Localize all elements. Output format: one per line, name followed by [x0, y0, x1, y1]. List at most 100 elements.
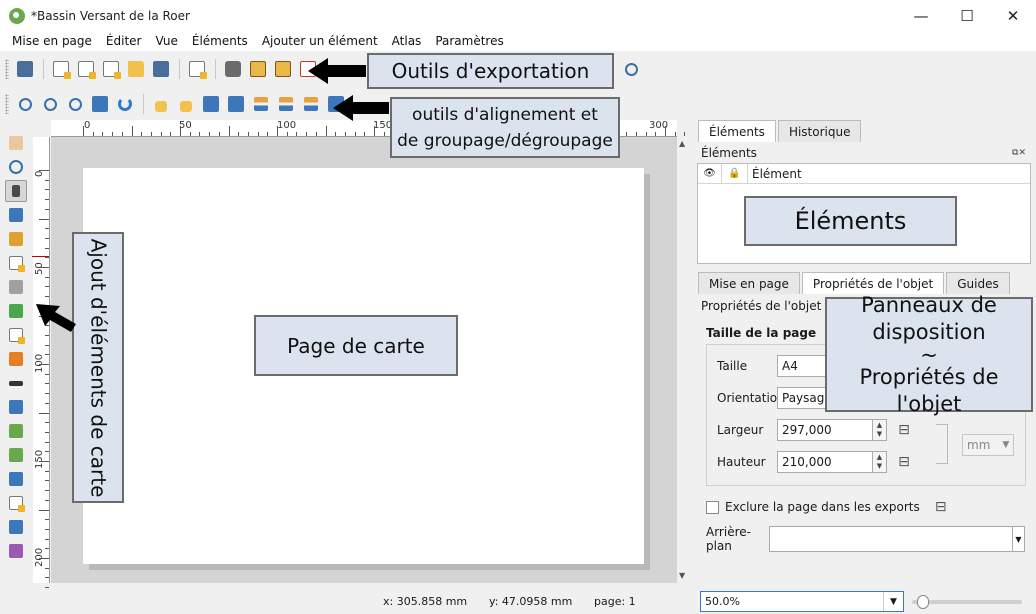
distribute-items-icon[interactable] [299, 92, 323, 116]
unlock-items-icon[interactable] [174, 92, 198, 116]
toolbar-grip[interactable] [5, 59, 9, 79]
tab-elements[interactable]: Éléments [698, 120, 776, 142]
zoom-actual-icon[interactable] [63, 92, 87, 116]
ruler-tick [209, 132, 211, 136]
page-setup-icon[interactable] [185, 57, 209, 81]
add-north-arrow-icon[interactable] [5, 396, 27, 418]
vertical-scrollbar[interactable]: ▲ ▼ [677, 137, 690, 583]
title-bar: *Bassin Versant de la Roer — ☐ ✕ [0, 0, 1036, 31]
add-legend-icon[interactable] [5, 348, 27, 370]
ruler-tick [180, 126, 181, 136]
minimize-button[interactable]: — [898, 0, 944, 31]
elements-header: 👁 🔒 Élément [698, 163, 1030, 184]
ruler-tick [45, 286, 49, 288]
menu-atlas[interactable]: Atlas [385, 34, 429, 48]
zoom-full-icon[interactable] [88, 92, 112, 116]
callout-page-text: Page de carte [287, 333, 425, 358]
zoom-slider-handle[interactable] [916, 595, 929, 609]
maximize-button[interactable]: ☐ [944, 0, 990, 31]
menu-parametres[interactable]: Paramètres [428, 34, 510, 48]
ruler-tick [277, 126, 278, 136]
ruler-tick [141, 132, 143, 136]
open-template-icon[interactable] [124, 57, 148, 81]
width-spinner[interactable]: ▲ ▼ [873, 419, 887, 441]
tab-mise-en-page[interactable]: Mise en page [698, 272, 800, 294]
duplicate-layout-icon[interactable] [74, 57, 98, 81]
scroll-down-icon[interactable]: ▼ [679, 571, 685, 580]
width-input[interactable]: 297,000 [777, 419, 873, 441]
export-image-icon[interactable] [246, 57, 270, 81]
ruler-tick [674, 132, 676, 136]
menu-ajouter-element[interactable]: Ajouter un élément [255, 34, 385, 48]
page-size-group-title: Taille de la page [706, 326, 817, 340]
exclude-page-checkbox[interactable] [706, 500, 719, 514]
pan-icon[interactable] [5, 132, 27, 154]
element-column-header[interactable]: Élément [748, 167, 802, 181]
size-label: Taille [717, 359, 748, 373]
raise-items-icon[interactable] [249, 92, 273, 116]
add-map-icon[interactable] [5, 252, 27, 274]
zoom-combo[interactable]: 50.0% ▼ [700, 591, 904, 612]
new-layout-icon[interactable] [49, 57, 73, 81]
zoom-tool-icon[interactable] [5, 156, 27, 178]
zoom-slider[interactable] [912, 595, 1022, 609]
menu-mise-en-page[interactable]: Mise en page [5, 34, 99, 48]
layout-manager-icon[interactable] [99, 57, 123, 81]
lock-column-icon[interactable]: 🔒 [722, 163, 748, 184]
ruler-tick [39, 558, 49, 559]
menu-vue[interactable]: Vue [148, 34, 184, 48]
zoom-dropdown-icon[interactable]: ▼ [883, 592, 903, 611]
ruler-tick [45, 451, 49, 453]
lock-items-icon[interactable] [149, 92, 173, 116]
tab-historique[interactable]: Historique [777, 120, 862, 142]
add-chart-icon[interactable] [5, 540, 27, 562]
ruler-tick [684, 132, 686, 136]
add-3d-map-icon[interactable] [5, 276, 27, 298]
height-input[interactable]: 210,000 [777, 451, 873, 473]
add-picture-icon[interactable] [5, 300, 27, 322]
background-symbol-button[interactable] [769, 526, 1013, 552]
zoom-out-icon[interactable] [38, 92, 62, 116]
refresh-icon[interactable] [113, 92, 137, 116]
close-button[interactable]: ✕ [990, 0, 1036, 31]
add-scalebar-icon[interactable] [5, 372, 27, 394]
scroll-up-icon[interactable]: ▲ [679, 139, 685, 148]
unit-select[interactable]: mm ▼ [962, 434, 1014, 456]
move-content-icon[interactable] [5, 204, 27, 226]
data-defined-override-icon[interactable]: ⊟ [893, 453, 915, 471]
data-defined-override-icon[interactable]: ⊟ [930, 498, 952, 516]
ruler-tick [45, 199, 49, 201]
save-icon[interactable] [13, 57, 37, 81]
add-shape-icon[interactable] [5, 420, 27, 442]
data-defined-override-icon[interactable]: ⊟ [893, 421, 915, 439]
height-spinner[interactable]: ▲ ▼ [873, 451, 887, 473]
add-label-icon[interactable] [5, 324, 27, 346]
group-items-icon[interactable] [199, 92, 223, 116]
export-svg-icon[interactable] [271, 57, 295, 81]
add-arrow-icon[interactable] [5, 444, 27, 466]
align-items-icon[interactable] [274, 92, 298, 116]
ratio-lock-icon[interactable] [936, 424, 948, 464]
panel-float-close-icon[interactable]: ⧉✕ [1012, 148, 1026, 158]
select-move-icon[interactable] [5, 180, 27, 202]
atlas-preview-icon[interactable] [619, 57, 643, 81]
menu-elements[interactable]: Éléments [185, 34, 255, 48]
background-dropdown-icon[interactable]: ▼ [1013, 526, 1025, 552]
ruler-tick [83, 126, 84, 136]
add-html-icon[interactable] [5, 492, 27, 514]
add-attribute-table-icon[interactable] [5, 516, 27, 538]
edit-nodes-icon[interactable] [5, 228, 27, 250]
print-icon[interactable] [221, 57, 245, 81]
save-template-icon[interactable] [149, 57, 173, 81]
ruler-tick [247, 132, 249, 136]
add-node-item-icon[interactable] [5, 468, 27, 490]
toolbar-grip[interactable] [5, 94, 9, 114]
ruler-tick [238, 132, 240, 136]
menu-editer[interactable]: Éditer [99, 34, 149, 48]
zoom-in-icon[interactable] [13, 92, 37, 116]
visibility-column-icon[interactable]: 👁 [698, 163, 722, 184]
ruler-tick [45, 499, 49, 501]
ungroup-items-icon[interactable] [224, 92, 248, 116]
callout-page: Page de carte [254, 315, 458, 376]
ruler-tick [45, 276, 49, 278]
